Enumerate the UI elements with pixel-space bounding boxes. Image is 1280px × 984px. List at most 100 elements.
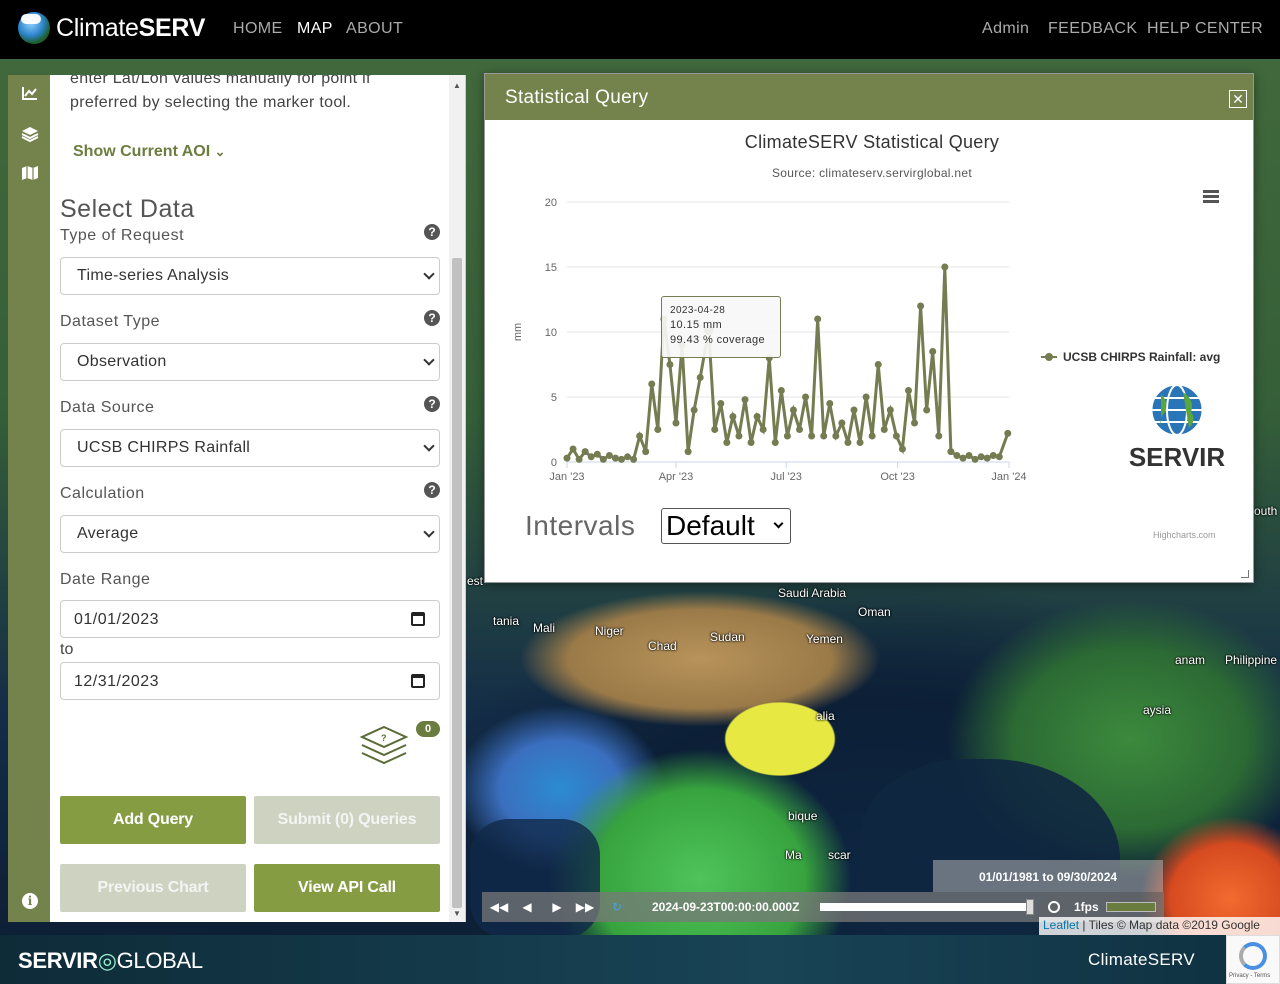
data-point [696, 374, 704, 381]
previous-chart-button[interactable]: Previous Chart [60, 864, 246, 912]
chart-icon[interactable] [20, 85, 40, 105]
scroll-thumb[interactable] [452, 258, 462, 908]
nav-help-center[interactable]: HELP CENTER [1147, 20, 1263, 38]
play-icon[interactable]: ▶ [544, 897, 570, 917]
view-api-call-button[interactable]: View API Call [254, 864, 440, 912]
speed-slider[interactable] [1106, 902, 1156, 912]
data-point [711, 426, 719, 433]
chart-menu-icon[interactable] [1203, 190, 1219, 204]
servir-logo: SERVIR [1129, 384, 1226, 472]
map-label: est [467, 574, 484, 588]
data-point [814, 315, 822, 323]
data-point [759, 426, 767, 433]
data-point [723, 439, 731, 446]
close-icon[interactable]: ✕ [1229, 90, 1247, 108]
nav-admin[interactable]: Admin [982, 20, 1029, 38]
submit-queries-button[interactable]: Submit (0) Queries [254, 796, 440, 844]
skip-back-icon[interactable]: ◀◀ [486, 897, 512, 917]
nav-home[interactable]: HOME [233, 20, 283, 38]
chart-legend[interactable]: UCSB CHIRPS Rainfall: avg [1041, 350, 1220, 364]
calculation-select[interactable]: Average [60, 515, 440, 553]
statistical-query-modal: Statistical Query ✕ ClimateSERV Statisti… [484, 73, 1254, 583]
layers-icon[interactable] [20, 125, 40, 145]
add-query-button[interactable]: Add Query [60, 796, 246, 844]
chart-subtitle: Source: climateserv.servirglobal.net [772, 166, 972, 180]
request-type-label: Type of Request [60, 227, 185, 244]
question-icon[interactable]: ? [424, 310, 440, 326]
skip-forward-icon[interactable]: ▶▶ [572, 897, 598, 917]
question-icon[interactable]: ? [424, 482, 440, 498]
climateserv-logo[interactable]: ClimateSERV [18, 12, 205, 44]
nav-about[interactable]: ABOUT [346, 20, 403, 38]
chevron-down-icon [423, 354, 435, 366]
brand-title: ClimateSERV [56, 13, 206, 42]
data-point [838, 419, 846, 427]
data-point [947, 448, 955, 456]
chart-title: ClimateSERV Statistical Query [744, 132, 1000, 152]
chart-tooltip: 2023-04-28 10.15 mm 99.43 % coverage [661, 296, 781, 358]
map-attribution: Leaflet | Tiles © Map data ©2019 Google [1039, 917, 1280, 935]
calculation-label: Calculation [60, 485, 145, 502]
panel-scrollbar[interactable]: ▲ ▼ [449, 75, 465, 922]
calendar-icon[interactable] [411, 612, 425, 626]
chevron-down-icon [423, 268, 435, 280]
time-slider-thumb[interactable] [1026, 899, 1034, 915]
top-navbar: ClimateSERV HOME MAP ABOUT Admin FEEDBAC… [0, 0, 1280, 59]
data-point [965, 452, 973, 459]
highcharts-credit[interactable]: Highcharts.com [1153, 530, 1216, 540]
question-icon[interactable]: ? [424, 224, 440, 240]
resize-handle[interactable] [1241, 570, 1249, 578]
data-point [611, 454, 619, 462]
series-line [565, 266, 1010, 463]
leaflet-link[interactable]: Leaflet [1043, 918, 1079, 932]
map-label: Ma [785, 848, 802, 862]
nav-feedback[interactable]: FEEDBACK [1048, 20, 1137, 38]
scroll-up-icon[interactable]: ▲ [453, 81, 461, 90]
data-point [832, 432, 840, 440]
data-point [735, 432, 743, 440]
calendar-icon[interactable] [411, 674, 425, 688]
modal-header[interactable]: Statistical Query ✕ [485, 74, 1253, 120]
end-date-input[interactable]: 12/31/2023 [60, 662, 440, 700]
query-stack-icon[interactable]: ? [356, 723, 412, 773]
map-label: Oman [858, 605, 891, 619]
data-point [666, 361, 674, 368]
servir-logo-text: SERVIR [1129, 442, 1226, 472]
chart-container: ClimateSERV Statistical Query Source: cl… [489, 124, 1249, 540]
query-panel: enter Lat/Lon values manually for point … [50, 75, 466, 922]
data-source-select[interactable]: UCSB CHIRPS Rainfall [60, 429, 440, 467]
dataset-type-select[interactable]: Observation [60, 343, 440, 381]
map-icon[interactable] [20, 165, 40, 185]
map-label: bique [788, 809, 818, 823]
chevron-down-icon [423, 440, 435, 452]
info-icon[interactable]: i [22, 893, 38, 909]
time-slider[interactable] [820, 899, 1034, 915]
request-type-select[interactable]: Time-series Analysis [60, 257, 440, 295]
map-label: scar [828, 848, 851, 862]
x-tick-label: Oct '23 [880, 471, 915, 483]
data-point [630, 455, 638, 463]
nav-map[interactable]: MAP [297, 20, 333, 38]
data-point [898, 445, 906, 453]
data-point [1004, 429, 1012, 437]
loop-icon[interactable]: ↻ [604, 897, 630, 917]
recaptcha-badge[interactable]: Privacy - Terms [1226, 935, 1280, 984]
map-label: Niger [595, 624, 624, 638]
data-point [820, 432, 828, 440]
start-date-input[interactable]: 01/01/2023 [60, 600, 440, 638]
data-point [729, 413, 737, 420]
data-point [690, 406, 698, 414]
scroll-down-icon[interactable]: ▼ [453, 909, 461, 918]
data-point [886, 406, 894, 414]
data-point [563, 454, 571, 462]
recaptcha-icon [1239, 942, 1267, 970]
show-aoi-toggle[interactable]: Show Current AOI ⌄ [73, 143, 226, 161]
speed-icon [1048, 901, 1060, 913]
map-label: anam [1175, 653, 1206, 667]
servir-global-logo[interactable]: SERVIR◎GLOBAL [18, 948, 203, 974]
data-point [753, 413, 761, 420]
step-back-icon[interactable]: ◀ [514, 897, 540, 917]
y-tick-label: 5 [551, 392, 557, 404]
question-icon[interactable]: ? [424, 396, 440, 412]
intervals-select[interactable]: Default [661, 508, 791, 544]
